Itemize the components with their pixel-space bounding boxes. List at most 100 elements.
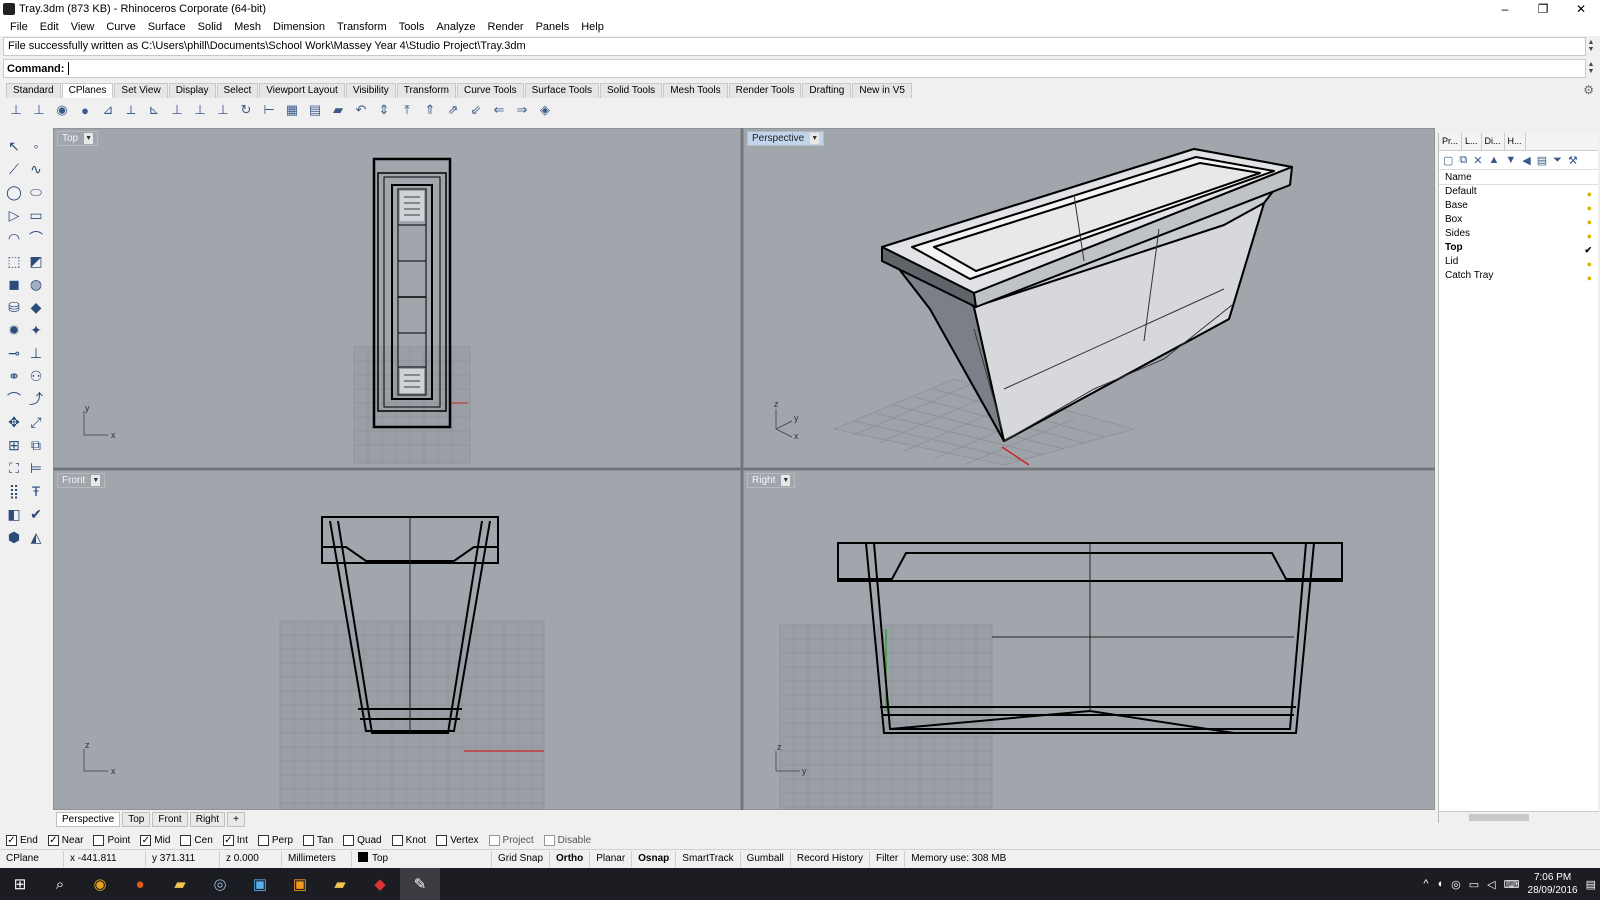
- array-icon[interactable]: ⊞: [3, 434, 25, 456]
- steam-icon[interactable]: ◎: [200, 868, 240, 900]
- trim-icon[interactable]: ⊸: [3, 342, 25, 364]
- settings-gear-icon[interactable]: ⚙: [1583, 83, 1594, 97]
- menu-dimension[interactable]: Dimension: [267, 21, 331, 33]
- history-scroll-arrows[interactable]: ▲ ▼: [1586, 39, 1596, 53]
- layer-row-default[interactable]: Default ●: [1439, 185, 1598, 199]
- tab-visibility[interactable]: Visibility: [345, 83, 396, 98]
- smarttrack-toggle[interactable]: SmartTrack: [676, 850, 741, 867]
- steam-tray-icon[interactable]: ◎: [1451, 878, 1461, 891]
- menu-solid[interactable]: Solid: [192, 21, 228, 33]
- cplane-z-axis-icon[interactable]: ⊥: [190, 101, 210, 119]
- viewport-title-perspective[interactable]: Perspective ▼: [747, 131, 825, 146]
- arc-2-icon[interactable]: ⌒: [25, 227, 47, 249]
- checkbox-icon[interactable]: [488, 834, 500, 846]
- checkbox-icon[interactable]: [391, 834, 403, 846]
- right-viewport[interactable]: z y Right ▼: [743, 470, 1435, 810]
- boolean-icon[interactable]: ◍: [25, 273, 47, 295]
- menu-view[interactable]: View: [65, 21, 101, 33]
- split-icon[interactable]: ⊥: [25, 342, 47, 364]
- tab-drafting[interactable]: Drafting: [802, 83, 852, 98]
- filter-icon[interactable]: ⏷: [1553, 154, 1562, 167]
- osnap-vertex[interactable]: Vertex: [436, 834, 479, 846]
- vp-tab-top[interactable]: Top: [122, 811, 151, 827]
- grid-array-icon[interactable]: ⣿: [3, 480, 25, 502]
- cplane-rotate-icon[interactable]: ↻: [236, 101, 256, 119]
- cplane-up-icon[interactable]: ⇑: [420, 101, 440, 119]
- loft-icon[interactable]: ◩: [25, 250, 47, 272]
- mirror-icon[interactable]: ⧉: [25, 434, 47, 456]
- vp-tab-right[interactable]: Right: [189, 811, 226, 827]
- text-icon[interactable]: Ŧ: [25, 480, 47, 502]
- front-viewport[interactable]: z x Front ▼: [53, 470, 741, 810]
- osnap-near[interactable]: ✓ Near: [47, 834, 83, 846]
- osnap-end[interactable]: ✓ End: [6, 834, 38, 846]
- menu-render[interactable]: Render: [482, 21, 530, 33]
- close-button[interactable]: ✕: [1562, 0, 1600, 18]
- cplane-object-icon[interactable]: ◉: [52, 101, 72, 119]
- tab-mesh-tools[interactable]: Mesh Tools: [663, 83, 728, 98]
- chevron-down-icon[interactable]: ▼: [810, 133, 820, 144]
- discord-icon[interactable]: ◖: [1437, 878, 1444, 890]
- group-icon[interactable]: ⚇: [25, 365, 47, 387]
- cplane-view-icon[interactable]: ⊥: [213, 101, 233, 119]
- osnap-cen[interactable]: Cen: [180, 834, 213, 846]
- firefox-icon[interactable]: ●: [120, 868, 160, 900]
- menu-file[interactable]: File: [4, 21, 34, 33]
- tab-surface-tools[interactable]: Surface Tools: [524, 83, 599, 98]
- new-sublayer-icon[interactable]: ⧉: [1459, 154, 1467, 167]
- osnap-mid[interactable]: ✓ Mid: [140, 834, 170, 846]
- tab-standard[interactable]: Standard: [6, 83, 61, 98]
- tab-display[interactable]: Display: [168, 83, 216, 98]
- cplane-undo-icon[interactable]: ↶: [351, 101, 371, 119]
- layer-row-sides[interactable]: Sides ●: [1439, 227, 1598, 241]
- perspective-viewport[interactable]: z y x Perspective ▼: [743, 128, 1435, 468]
- panel-tab-help[interactable]: H...: [1505, 133, 1526, 150]
- units-indicator[interactable]: Millimeters: [282, 850, 352, 867]
- cylinder-icon[interactable]: ⛁: [3, 296, 25, 318]
- tray-chevron-up-icon[interactable]: ^: [1423, 878, 1428, 890]
- panel-tab-display[interactable]: Di...: [1482, 133, 1505, 150]
- checkbox-checked-icon[interactable]: ✓: [6, 834, 17, 846]
- checkbox-checked-icon[interactable]: ✓: [222, 834, 234, 846]
- tab-solid-tools[interactable]: Solid Tools: [600, 83, 663, 98]
- tab-render-tools[interactable]: Render Tools: [728, 83, 802, 98]
- osnap-tan[interactable]: Tan: [303, 834, 333, 846]
- layer-list-icon[interactable]: ▤: [1537, 154, 1547, 167]
- analyze-icon[interactable]: ◧: [3, 503, 25, 525]
- move-up-icon[interactable]: ▲: [1488, 154, 1499, 166]
- fillet-icon[interactable]: ⌒: [3, 388, 25, 410]
- cplane-previous-icon[interactable]: ⇙: [466, 101, 486, 119]
- join-icon[interactable]: ⚭: [3, 365, 25, 387]
- wrench-icon[interactable]: ⚒: [1568, 154, 1578, 167]
- clock[interactable]: 7:06 PM 28/09/2016: [1528, 871, 1578, 897]
- tab-select[interactable]: Select: [216, 83, 259, 98]
- lightbulb-icon[interactable]: ●: [1587, 271, 1592, 285]
- cplane-save-icon[interactable]: ▤: [305, 101, 325, 119]
- scale-icon[interactable]: ⤢: [25, 411, 47, 433]
- app-red-icon[interactable]: ◆: [360, 868, 400, 900]
- circle-icon[interactable]: ◯: [3, 181, 25, 203]
- ortho-toggle[interactable]: Ortho: [550, 850, 591, 867]
- extrude-curve-icon[interactable]: ⬚: [3, 250, 25, 272]
- box-icon[interactable]: ◼: [3, 273, 25, 295]
- chevron-down-icon[interactable]: ▼: [91, 475, 101, 486]
- move-left-icon[interactable]: ◀: [1522, 154, 1530, 167]
- rhino-taskbar-icon[interactable]: ✎: [400, 868, 440, 900]
- gear-tool-icon[interactable]: ✹: [3, 319, 25, 341]
- panel-tab-layers[interactable]: L...: [1462, 133, 1482, 150]
- command-scroll-arrows[interactable]: ▲ ▼: [1586, 61, 1596, 75]
- panel-tab-properties[interactable]: Pr...: [1439, 133, 1463, 150]
- osnap-knot[interactable]: Knot: [391, 834, 426, 846]
- keyboard-icon[interactable]: ⌨: [1504, 878, 1520, 891]
- osnap-quad[interactable]: Quad: [343, 834, 382, 846]
- cplane-right-icon[interactable]: ⇒: [512, 101, 532, 119]
- tab-transform[interactable]: Transform: [396, 83, 456, 98]
- cplane-x-axis-icon[interactable]: ⊥: [167, 101, 187, 119]
- current-layer-indicator[interactable]: Top: [352, 850, 492, 867]
- checkbox-icon[interactable]: [436, 834, 448, 846]
- checkbox-icon[interactable]: [543, 834, 555, 846]
- check-icon[interactable]: ✔: [25, 503, 47, 525]
- cplane-3point-icon[interactable]: ⊾: [144, 101, 164, 119]
- menu-transform[interactable]: Transform: [331, 21, 393, 33]
- viewport-title-right[interactable]: Right ▼: [747, 473, 796, 488]
